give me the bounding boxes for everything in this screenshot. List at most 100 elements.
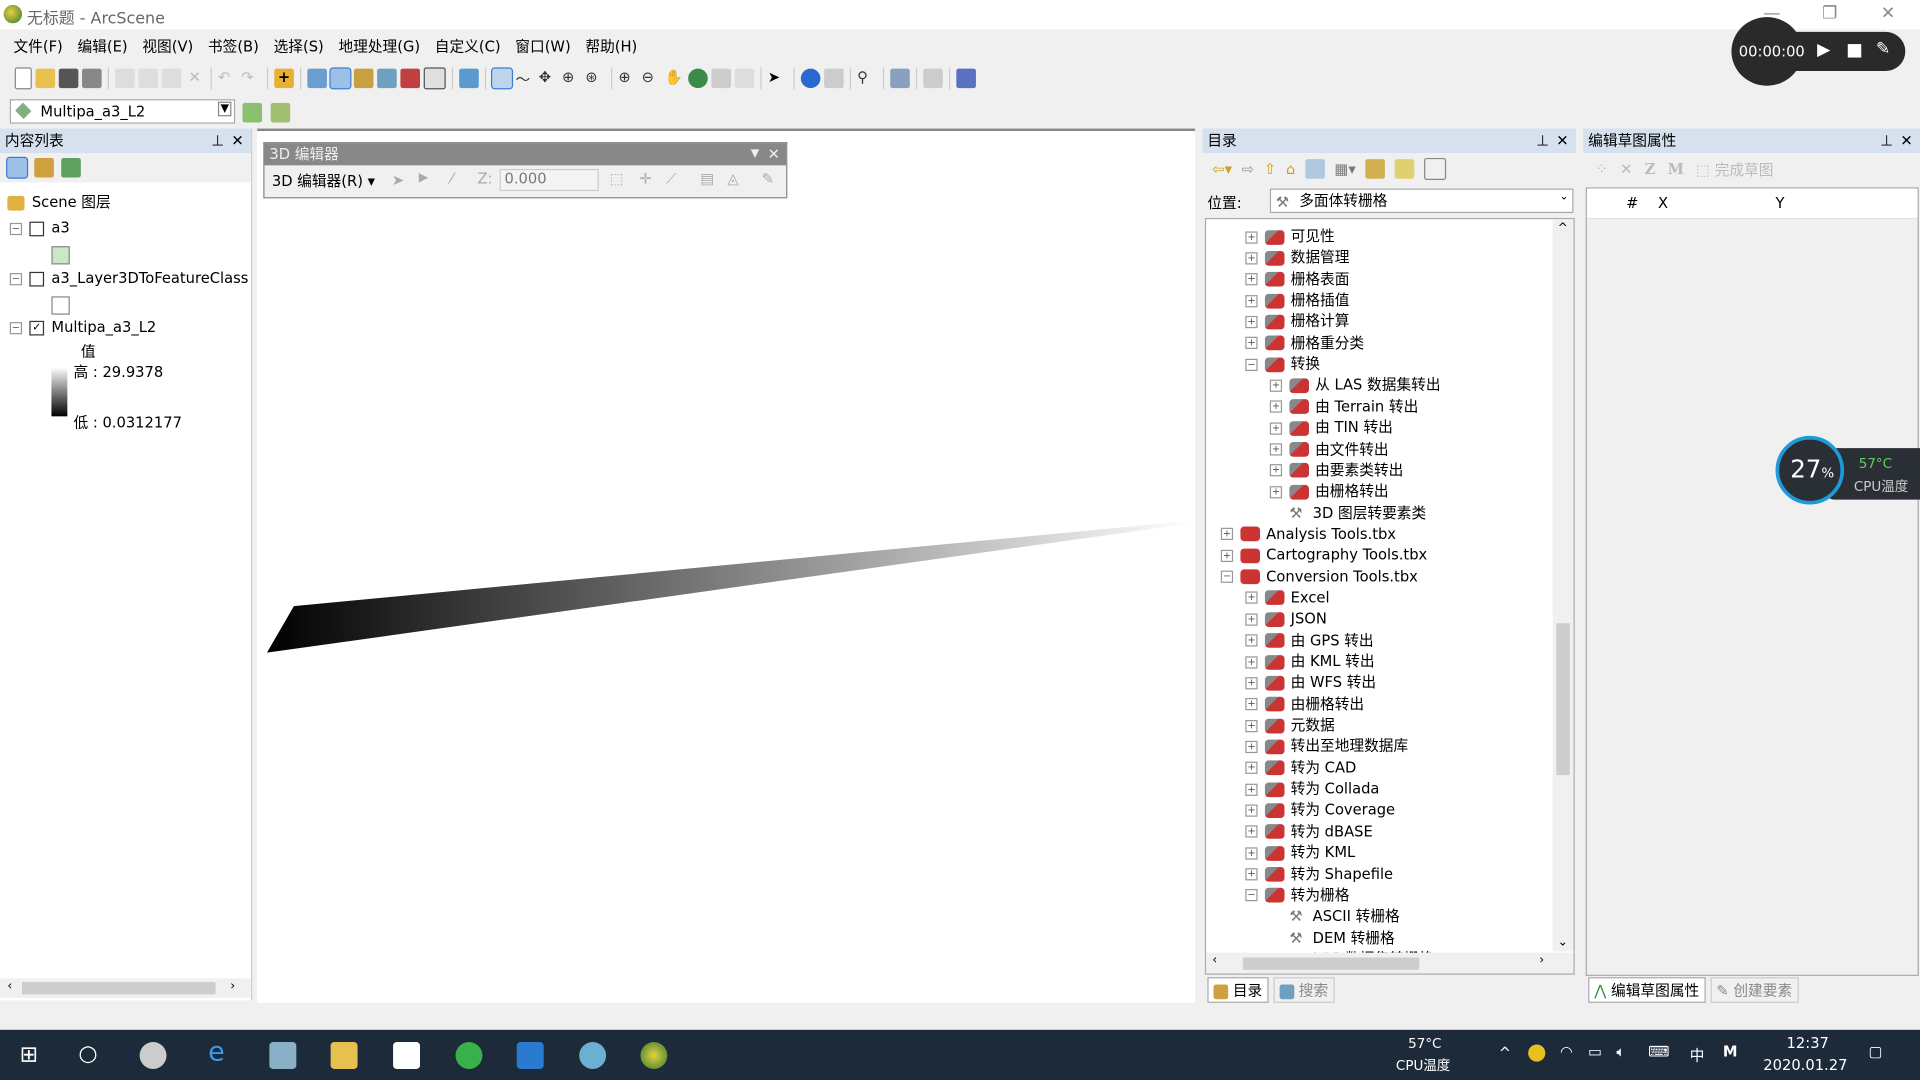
default-gdb-icon[interactable] <box>1305 159 1325 179</box>
modelbuilder-icon[interactable] <box>459 68 479 89</box>
column-header-x[interactable]: X <box>1658 195 1668 212</box>
column-header-y[interactable]: Y <box>1776 195 1785 212</box>
fly-icon[interactable]: 〜 <box>516 69 536 88</box>
up-one-level-icon[interactable]: ⇧ <box>1264 160 1276 177</box>
set-observer-icon[interactable]: ⊛ <box>585 69 605 89</box>
expand-icon[interactable]: + <box>1245 273 1258 286</box>
toc-horizontal-scrollbar[interactable]: ‹ › <box>0 978 252 998</box>
tab-catalog[interactable]: 目录 <box>1207 977 1269 1003</box>
horizontal-scrollbar[interactable]: ‹ › <box>1206 952 1574 974</box>
edge-icon[interactable]: e <box>208 1037 235 1068</box>
catalog-tree-item[interactable]: + 转为 KML <box>1245 843 1355 864</box>
zoom-to-target-icon[interactable]: ⊕ <box>562 69 582 89</box>
layer-item-a3[interactable]: − a3 <box>9 218 70 239</box>
store-icon[interactable] <box>393 1042 421 1069</box>
steepest-path-icon[interactable] <box>270 102 291 123</box>
list-by-drawing-order-icon[interactable] <box>6 156 29 179</box>
scene-properties-icon[interactable] <box>307 68 327 89</box>
catalog-tree-item[interactable]: + Excel <box>1245 588 1330 609</box>
zoom-in-icon[interactable]: ⊕ <box>618 69 638 89</box>
tray-chevron-icon[interactable]: ^ <box>1499 1044 1511 1061</box>
catalog-tree-item[interactable]: + 转为 CAD <box>1245 758 1356 779</box>
target-center-icon[interactable]: ✥ <box>539 69 559 89</box>
search-app-icon[interactable] <box>579 1042 607 1069</box>
catalog-tree-item[interactable]: + 转为 Collada <box>1245 779 1379 800</box>
python-window-icon[interactable] <box>423 67 446 90</box>
scrollbar-thumb[interactable] <box>1556 623 1570 776</box>
copy-icon[interactable] <box>138 68 158 89</box>
catalog-tree-item[interactable]: + 转出至地理数据库 <box>1245 736 1408 757</box>
layer-item-a3-layer3d[interactable]: − a3_Layer3DToFeatureClass <box>9 268 248 289</box>
menu-help[interactable]: 帮助(H) <box>578 32 645 60</box>
ime-indicator[interactable]: 中 <box>1690 1044 1705 1065</box>
catalog-tree-item[interactable]: + 由 Terrain 转出 <box>1269 396 1418 417</box>
layer-visibility-checkbox[interactable]: ✓ <box>29 320 45 335</box>
menu-windows[interactable]: 窗口(W) <box>508 32 578 60</box>
catalog-tree-item[interactable]: + 由 GPS 转出 <box>1245 630 1374 651</box>
toggle-contents-icon[interactable] <box>1394 159 1415 179</box>
collapse-icon[interactable]: − <box>9 272 23 285</box>
catalog-tree-item[interactable]: + JSON <box>1245 609 1327 630</box>
expand-icon[interactable]: + <box>1245 230 1258 244</box>
catalog-tree-item[interactable]: + 从 LAS 数据集转出 <box>1269 375 1441 396</box>
expand-icon[interactable]: + <box>1245 315 1258 329</box>
app-icon-pinwheel[interactable] <box>139 1042 167 1069</box>
expand-icon[interactable]: + <box>1245 846 1258 860</box>
measure-icon[interactable] <box>890 68 910 89</box>
location-dropdown[interactable]: ⚒ 多面体转栅格 ⌄ <box>1269 188 1574 214</box>
clear-selection-icon[interactable] <box>734 68 755 89</box>
expand-icon[interactable]: + <box>1245 634 1258 647</box>
expand-icon[interactable]: + <box>1245 719 1258 732</box>
keyboard-icon[interactable]: ⌨ <box>1648 1043 1669 1060</box>
clock-time[interactable]: 12:37 <box>1787 1035 1829 1052</box>
full-extent-icon[interactable] <box>688 68 708 89</box>
scrollbar-thumb[interactable] <box>1242 957 1420 970</box>
search-window-icon[interactable] <box>377 68 397 89</box>
scene-layers-root[interactable]: Scene 图层 <box>7 192 111 213</box>
3d-editor-menu[interactable]: 3D 编辑器(R) ▾ <box>272 170 375 191</box>
home-icon[interactable]: ⌂ <box>1286 160 1295 177</box>
attributes-icon[interactable]: ▤ <box>700 170 714 187</box>
catalog-tree-item[interactable]: ⚒ 3D 图层转要素类 <box>1270 503 1426 524</box>
tab-search[interactable]: 搜索 <box>1273 977 1335 1003</box>
search-icon[interactable]: ○ <box>78 1041 97 1067</box>
layer-visibility-checkbox[interactable] <box>29 271 45 286</box>
column-header-index[interactable]: # <box>1626 195 1638 212</box>
delete-icon[interactable]: ✕ <box>185 69 205 89</box>
menu-selection[interactable]: 选择(S) <box>266 32 331 60</box>
catalog-tree-item[interactable]: + 元数据 <box>1245 715 1335 736</box>
pan-icon[interactable]: ✋ <box>665 69 685 89</box>
print-icon[interactable] <box>82 68 102 89</box>
layer-dropdown[interactable]: Multipa_a3_L2 ▼ <box>9 99 236 124</box>
html-popup-icon[interactable] <box>824 68 844 89</box>
symbol-swatch[interactable] <box>51 246 70 265</box>
views-icon[interactable]: ▦▾ <box>1334 160 1355 177</box>
undo-icon[interactable]: ↶ <box>218 69 238 89</box>
z-snap-icon[interactable]: ⁄ <box>451 170 453 187</box>
forward-icon[interactable]: ⇨ <box>1242 160 1254 177</box>
network-icon[interactable]: ◠ <box>1560 1043 1573 1060</box>
close-icon[interactable]: ✕ <box>1900 129 1912 153</box>
tray-app-icon[interactable] <box>1528 1044 1546 1062</box>
close-icon[interactable]: ✕ <box>768 143 780 165</box>
z-value-input[interactable]: 0.000 <box>499 168 599 192</box>
select-elements-icon[interactable]: ➤ <box>768 69 788 89</box>
m-icon[interactable]: M <box>1668 160 1684 177</box>
toc-window-icon[interactable] <box>329 67 352 90</box>
windows-start-icon[interactable]: ⊞ <box>20 1042 38 1068</box>
toolbar-options-icon[interactable]: ▼ <box>751 143 759 165</box>
symbol-swatch[interactable] <box>51 296 70 315</box>
scene-view[interactable] <box>257 128 1196 1003</box>
navigate-icon[interactable] <box>491 67 514 90</box>
arctoolbox-icon[interactable] <box>400 68 421 89</box>
tab-create-features[interactable]: ✎ 创建要素 <box>1710 977 1799 1003</box>
tab-sketch-properties[interactable]: ⋀ 编辑草图属性 <box>1588 977 1706 1003</box>
pin-icon[interactable]: ⊥ <box>1536 129 1549 153</box>
expand-icon[interactable]: + <box>1269 485 1283 498</box>
catalog-tree-item[interactable]: + 数据管理 <box>1245 248 1349 269</box>
expand-icon[interactable]: + <box>1245 294 1258 307</box>
rotate-icon[interactable]: ⟋ <box>666 170 676 188</box>
add-data-icon[interactable]: + <box>274 68 294 89</box>
expand-icon[interactable]: + <box>1245 740 1258 753</box>
expand-icon[interactable]: + <box>1245 804 1258 817</box>
